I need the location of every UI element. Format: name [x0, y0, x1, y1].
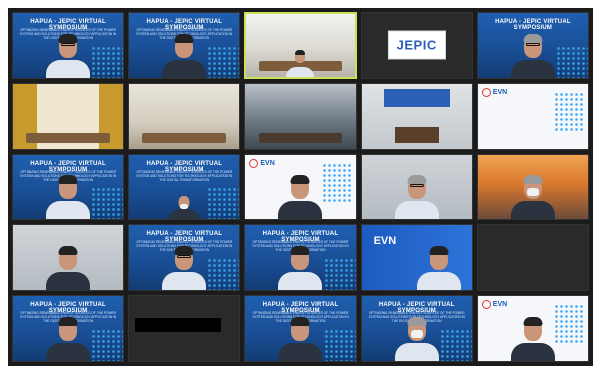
participant-video	[278, 173, 323, 220]
participant-video	[510, 315, 555, 361]
evn-logo: EVN	[249, 158, 275, 168]
conference-table	[26, 132, 110, 143]
participant-video	[46, 244, 91, 291]
evn-logo-text: EVN	[492, 301, 508, 309]
participant-video	[278, 315, 323, 361]
participant-tile[interactable]: HAPUA - JEPIC VIRTUAL SYMPOSIUM OPTIMIZI…	[128, 153, 241, 221]
participant-tile[interactable]: HAPUA - JEPIC VIRTUAL SYMPOSIUM OPTIMIZI…	[244, 295, 357, 362]
participant-tile[interactable]: EVN	[476, 82, 589, 150]
dot-pattern-decoration	[553, 91, 584, 132]
evn-logo-text: EVN	[260, 159, 275, 167]
dot-pattern-decoration	[321, 162, 352, 203]
participant-video	[510, 32, 555, 78]
participant-video	[394, 315, 439, 361]
participant-tile[interactable]	[360, 153, 473, 221]
participant-video	[510, 173, 555, 220]
participant-tile[interactable]	[12, 82, 125, 150]
video-call-window: HAPUA - JEPIC VIRTUAL SYMPOSIUM OPTIMIZI…	[8, 8, 593, 366]
participant-video	[46, 173, 91, 220]
presentation-screen	[383, 88, 450, 107]
participant-tile[interactable]	[244, 82, 357, 150]
participant-video	[286, 49, 315, 77]
participant-tile[interactable]	[128, 295, 241, 362]
participant-tile[interactable]: HAPUA - JEPIC VIRTUAL SYMPOSIUM OPTIMIZI…	[12, 153, 125, 221]
conference-table	[258, 132, 343, 143]
participant-video	[416, 244, 461, 291]
evn-icon	[481, 87, 491, 97]
participant-tile[interactable]: HAPUA - JEPIC VIRTUAL SYMPOSIUM	[476, 12, 589, 79]
evn-logo: EVN	[481, 87, 508, 97]
participant-tile[interactable]: HAPUA - JEPIC VIRTUAL SYMPOSIUM OPTIMIZI…	[12, 295, 125, 362]
participant-video	[169, 195, 200, 220]
participant-video	[278, 244, 323, 291]
symposium-banner-subtitle: OPTIMIZING RENEWABLE ENERGY SOURCES OF T…	[136, 169, 233, 182]
symposium-banner-title: HAPUA - JEPIC VIRTUAL SYMPOSIUM	[495, 19, 571, 31]
dot-pattern-decoration	[553, 304, 584, 345]
jepic-logo: JEPIC	[387, 30, 446, 60]
participant-tile[interactable]	[12, 224, 125, 292]
evn-logo-text: EVN	[492, 88, 508, 96]
evn-icon	[249, 158, 259, 168]
participant-tile[interactable]: EVN	[244, 153, 357, 221]
participant-video	[46, 32, 91, 78]
participant-video	[162, 244, 207, 291]
participant-tile[interactable]: EVN	[476, 295, 589, 362]
participant-tile[interactable]: HAPUA - JEPIC VIRTUAL SYMPOSIUM OPTIMIZI…	[12, 12, 125, 79]
podium	[394, 126, 439, 143]
evn-logo: EVN	[481, 300, 508, 310]
participant-tile-empty[interactable]	[476, 224, 589, 292]
participant-tile[interactable]: HAPUA - JEPIC VIRTUAL SYMPOSIUM OPTIMIZI…	[244, 224, 357, 292]
participant-tile[interactable]: HAPUA - JEPIC VIRTUAL SYMPOSIUM OPTIMIZI…	[128, 12, 241, 79]
video-off-placeholder	[135, 318, 222, 333]
participant-tile[interactable]: EVN	[360, 224, 473, 292]
participant-video	[162, 32, 207, 78]
conference-table	[142, 132, 227, 143]
evn-logo-text: EVN	[373, 235, 397, 248]
participant-video	[46, 315, 91, 361]
evn-icon	[481, 300, 491, 310]
participant-tile[interactable]: HAPUA - JEPIC VIRTUAL SYMPOSIUM OPTIMIZI…	[360, 295, 473, 362]
participant-tile-active-speaker[interactable]	[244, 12, 357, 79]
jepic-logo-text: JEPIC	[396, 37, 437, 53]
participant-tile[interactable]	[476, 153, 589, 221]
participant-tile[interactable]: JEPIC	[360, 12, 473, 79]
participant-tile[interactable]	[128, 82, 241, 150]
participant-tile[interactable]	[360, 82, 473, 150]
participant-tile[interactable]: HAPUA - JEPIC VIRTUAL SYMPOSIUM OPTIMIZI…	[128, 224, 241, 292]
participant-grid: HAPUA - JEPIC VIRTUAL SYMPOSIUM OPTIMIZI…	[12, 12, 589, 362]
participant-video	[394, 173, 439, 220]
